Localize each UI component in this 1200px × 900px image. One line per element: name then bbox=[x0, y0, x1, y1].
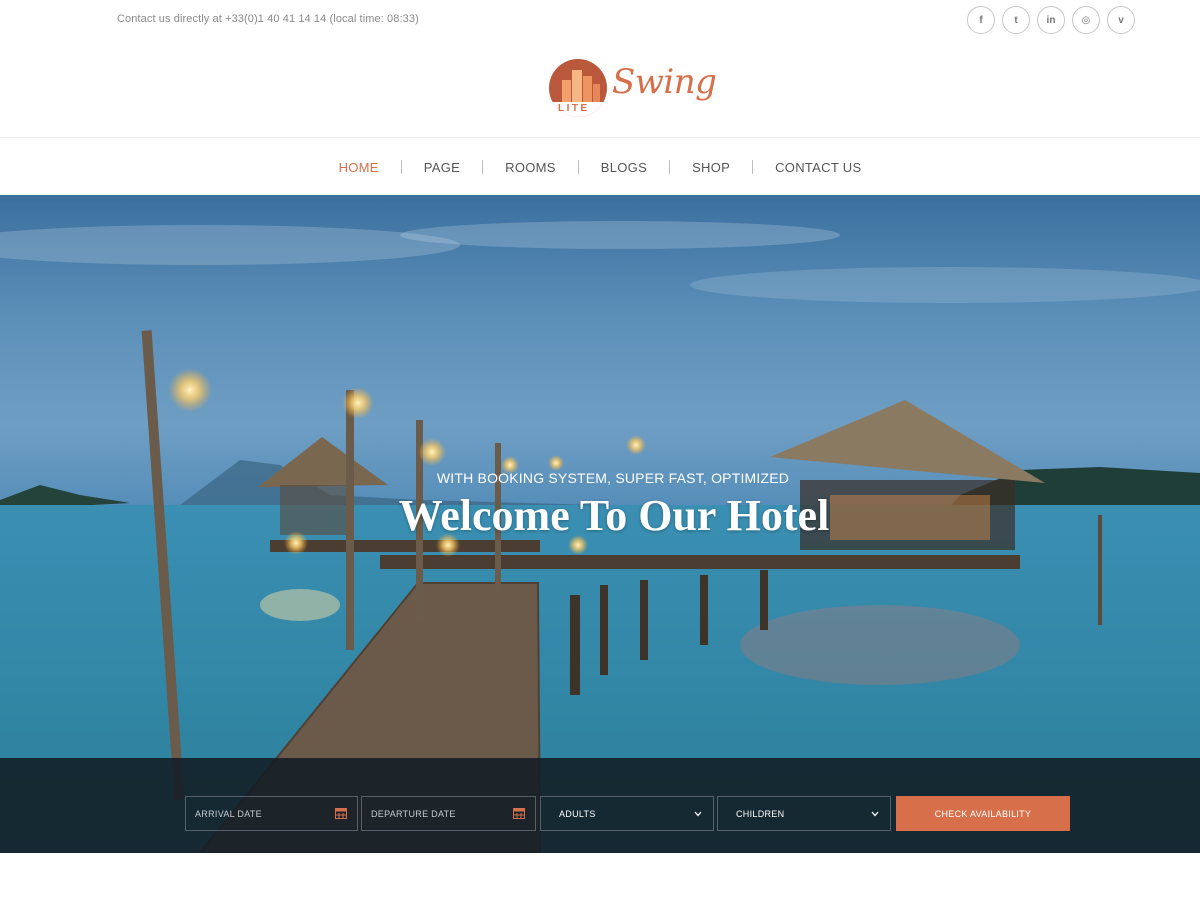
nav-item-contact-label[interactable]: CONTACT US bbox=[753, 160, 883, 175]
nav-item-shop-label[interactable]: SHOP bbox=[670, 160, 752, 175]
logo-wordmark: Swing bbox=[612, 62, 717, 102]
main-nav: HOME PAGE ROOMS BLOGS SHOP CONTACT US bbox=[0, 137, 1200, 195]
chevron-down-icon bbox=[871, 811, 879, 817]
nav-item-shop[interactable]: SHOP bbox=[670, 160, 752, 175]
check-availability-button[interactable]: CHECK AVAILABILITY bbox=[896, 796, 1070, 831]
departure-date-field[interactable]: DEPARTURE DATE bbox=[361, 796, 536, 831]
social-links: f t in ◎ v bbox=[967, 6, 1135, 34]
chevron-down-icon bbox=[694, 811, 702, 817]
children-select-label: CHILDREN bbox=[736, 808, 785, 819]
instagram-icon[interactable]: ◎ bbox=[1072, 6, 1100, 34]
arrival-date-field[interactable]: ARRIVAL DATE bbox=[185, 796, 358, 831]
arrival-date-placeholder: ARRIVAL DATE bbox=[195, 808, 262, 819]
hero-heading: WITH BOOKING SYSTEM, SUPER FAST, OPTIMIZ… bbox=[0, 470, 1200, 541]
departure-date-placeholder: DEPARTURE DATE bbox=[371, 808, 456, 819]
children-select[interactable]: CHILDREN bbox=[717, 796, 891, 831]
hero-subtitle: WITH BOOKING SYSTEM, SUPER FAST, OPTIMIZ… bbox=[436, 470, 790, 486]
adults-select-label: ADULTS bbox=[559, 808, 596, 819]
nav-item-rooms[interactable]: ROOMS bbox=[483, 160, 578, 175]
hero-title: Welcome To Our Hotel bbox=[398, 491, 830, 540]
nav-item-page-label[interactable]: PAGE bbox=[402, 160, 482, 175]
nav-item-rooms-label[interactable]: ROOMS bbox=[483, 160, 578, 175]
booking-form: ARRIVAL DATE DEPARTURE DATE ADULTS CHILD… bbox=[0, 758, 1200, 853]
top-bar: Contact us directly at +33(0)1 40 41 14 … bbox=[0, 0, 1200, 40]
facebook-icon[interactable]: f bbox=[967, 6, 995, 34]
hero-banner: WITH BOOKING SYSTEM, SUPER FAST, OPTIMIZ… bbox=[0, 195, 1200, 853]
nav-item-blogs[interactable]: BLOGS bbox=[579, 160, 669, 175]
twitter-icon[interactable]: t bbox=[1002, 6, 1030, 34]
calendar-icon[interactable] bbox=[335, 807, 347, 819]
site-logo[interactable]: LITE Swing bbox=[546, 56, 717, 118]
nav-item-page[interactable]: PAGE bbox=[402, 160, 482, 175]
nav-item-home-label[interactable]: HOME bbox=[317, 160, 401, 175]
nav-item-home[interactable]: HOME bbox=[317, 160, 401, 175]
nav-item-blogs-label[interactable]: BLOGS bbox=[579, 160, 669, 175]
calendar-icon[interactable] bbox=[513, 807, 525, 819]
logo-tag: LITE bbox=[558, 103, 590, 114]
vimeo-icon[interactable]: v bbox=[1107, 6, 1135, 34]
linkedin-icon[interactable]: in bbox=[1037, 6, 1065, 34]
contact-info: Contact us directly at +33(0)1 40 41 14 … bbox=[117, 13, 419, 25]
nav-item-contact[interactable]: CONTACT US bbox=[753, 160, 883, 175]
adults-select[interactable]: ADULTS bbox=[540, 796, 714, 831]
